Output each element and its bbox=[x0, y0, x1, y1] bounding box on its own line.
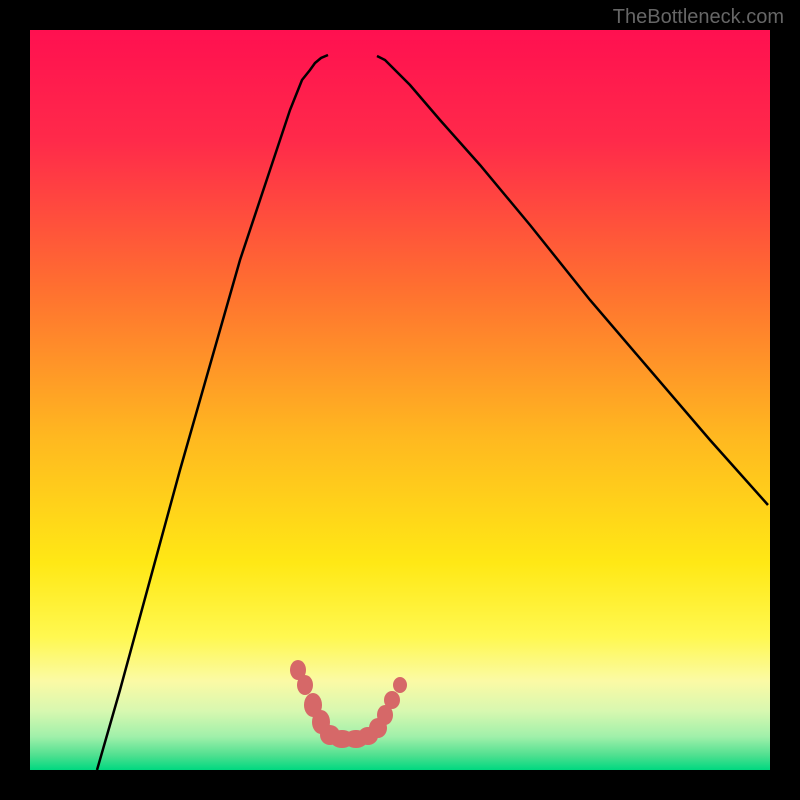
data-blob bbox=[297, 675, 313, 695]
chart-container bbox=[30, 30, 770, 770]
chart-background bbox=[30, 30, 770, 770]
data-blob bbox=[384, 691, 400, 709]
data-blob bbox=[393, 677, 407, 693]
watermark-text: TheBottleneck.com bbox=[613, 6, 784, 29]
chart-svg bbox=[30, 30, 770, 770]
